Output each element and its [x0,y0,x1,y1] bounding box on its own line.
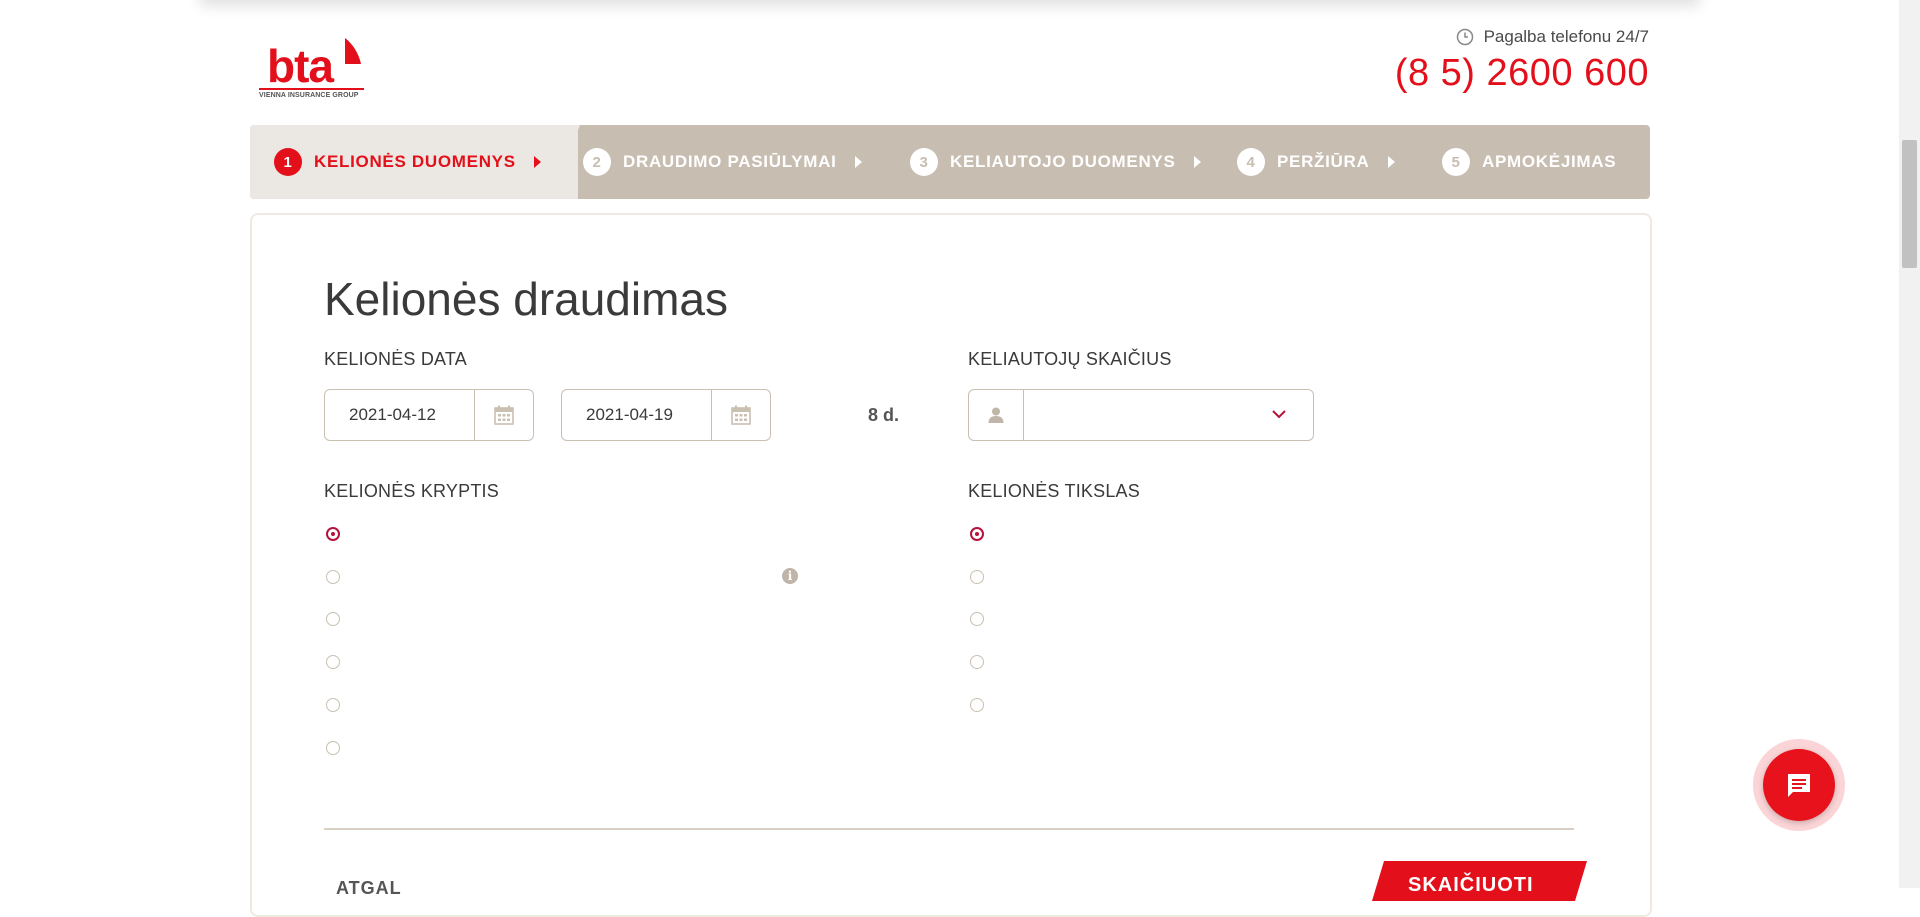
help-label: Pagalba telefonu 24/7 [1483,27,1649,46]
bta-logo[interactable]: bta VIENNA INSURANCE GROUP [259,36,364,100]
logo-word: bta [267,40,334,92]
caret-right-icon [1193,156,1201,168]
caret-right-icon [854,156,862,168]
travelers-count-label: KELIAUTOJŲ SKAIČIUS [968,349,1172,369]
step-number: 4 [1237,148,1265,176]
step-label: APMOKĖJIMAS [1482,152,1617,171]
date-from-value: 2021-04-12 [349,405,436,424]
step-insurance-offers[interactable]: 2 DRAUDIMO PASIŪLYMAI [583,125,862,199]
calendar-icon[interactable] [474,390,533,440]
step-number: 1 [274,148,302,176]
direction-option-6-radio[interactable] [326,741,340,755]
page-title: Kelionės draudimas [324,273,729,325]
purpose-option-1-radio[interactable] [970,527,984,541]
direction-option-1-radio[interactable] [326,527,340,541]
form-divider [324,828,1574,830]
trip-duration: 8 d. [868,405,900,425]
step-number: 2 [583,148,611,176]
step-payment[interactable]: 5 APMOKĖJIMAS [1442,125,1616,199]
direction-option-3-radio[interactable] [326,612,340,626]
calendar-icon[interactable] [711,390,770,440]
step-number: 3 [910,148,938,176]
date-from-field[interactable]: 2021-04-12 [324,389,534,441]
step-label: PERŽIŪRA [1277,152,1370,171]
chat-button[interactable] [1753,739,1845,831]
logo-sail-icon [345,38,361,64]
purpose-option-4-radio[interactable] [970,655,984,669]
step-number: 5 [1442,148,1470,176]
calculate-button-label: SKAIČIUOTI [1408,874,1534,896]
chat-icon [1788,774,1810,797]
chat-button-inner [1763,749,1835,821]
trip-direction-label: KELIONĖS KRYPTIS [324,481,499,501]
info-icon[interactable]: i [782,568,798,584]
phone-number[interactable]: (8 5) 2600 600 [1395,52,1649,95]
checkout-stepper: 1 KELIONĖS DUOMENYS 2 DRAUDIMO PASIŪLYMA… [250,125,1650,199]
active-step-slant [552,125,580,199]
chevron-down-icon [1272,410,1286,419]
step-label: KELIAUTOJO DUOMENYS [950,152,1176,171]
step-label: DRAUDIMO PASIŪLYMAI [623,152,837,171]
step-label: KELIONĖS DUOMENYS [314,152,516,171]
back-button[interactable]: ATGAL [336,878,402,899]
step-traveler-data[interactable]: 3 KELIAUTOJO DUOMENYS [910,125,1201,199]
purpose-option-3-radio[interactable] [970,612,984,626]
trip-date-label: KELIONĖS DATA [324,349,467,369]
purpose-option-2-radio[interactable] [970,570,984,584]
caret-right-icon [1387,156,1395,168]
caret-right-icon [533,156,541,168]
date-to-field[interactable]: 2021-04-19 [561,389,771,441]
person-icon [969,390,1024,440]
purpose-option-5-radio[interactable] [970,698,984,712]
clock-icon [1456,28,1473,46]
travelers-count-select[interactable] [968,389,1314,441]
step-review[interactable]: 4 PERŽIŪRA [1237,125,1395,199]
trip-purpose-label: KELIONĖS TIKSLAS [968,481,1140,501]
page-scrollbar[interactable] [1899,0,1920,888]
direction-option-2-radio[interactable] [326,570,340,584]
direction-option-4-radio[interactable] [326,655,340,669]
help-hotline: Pagalba telefonu 24/7 [1456,27,1649,47]
date-to-value: 2021-04-19 [586,405,673,424]
logo-subtext: VIENNA INSURANCE GROUP [259,88,364,99]
step-travel-data[interactable]: 1 KELIONĖS DUOMENYS [274,125,541,199]
direction-option-5-radio[interactable] [326,698,340,712]
scrollbar-thumb[interactable] [1902,140,1917,268]
